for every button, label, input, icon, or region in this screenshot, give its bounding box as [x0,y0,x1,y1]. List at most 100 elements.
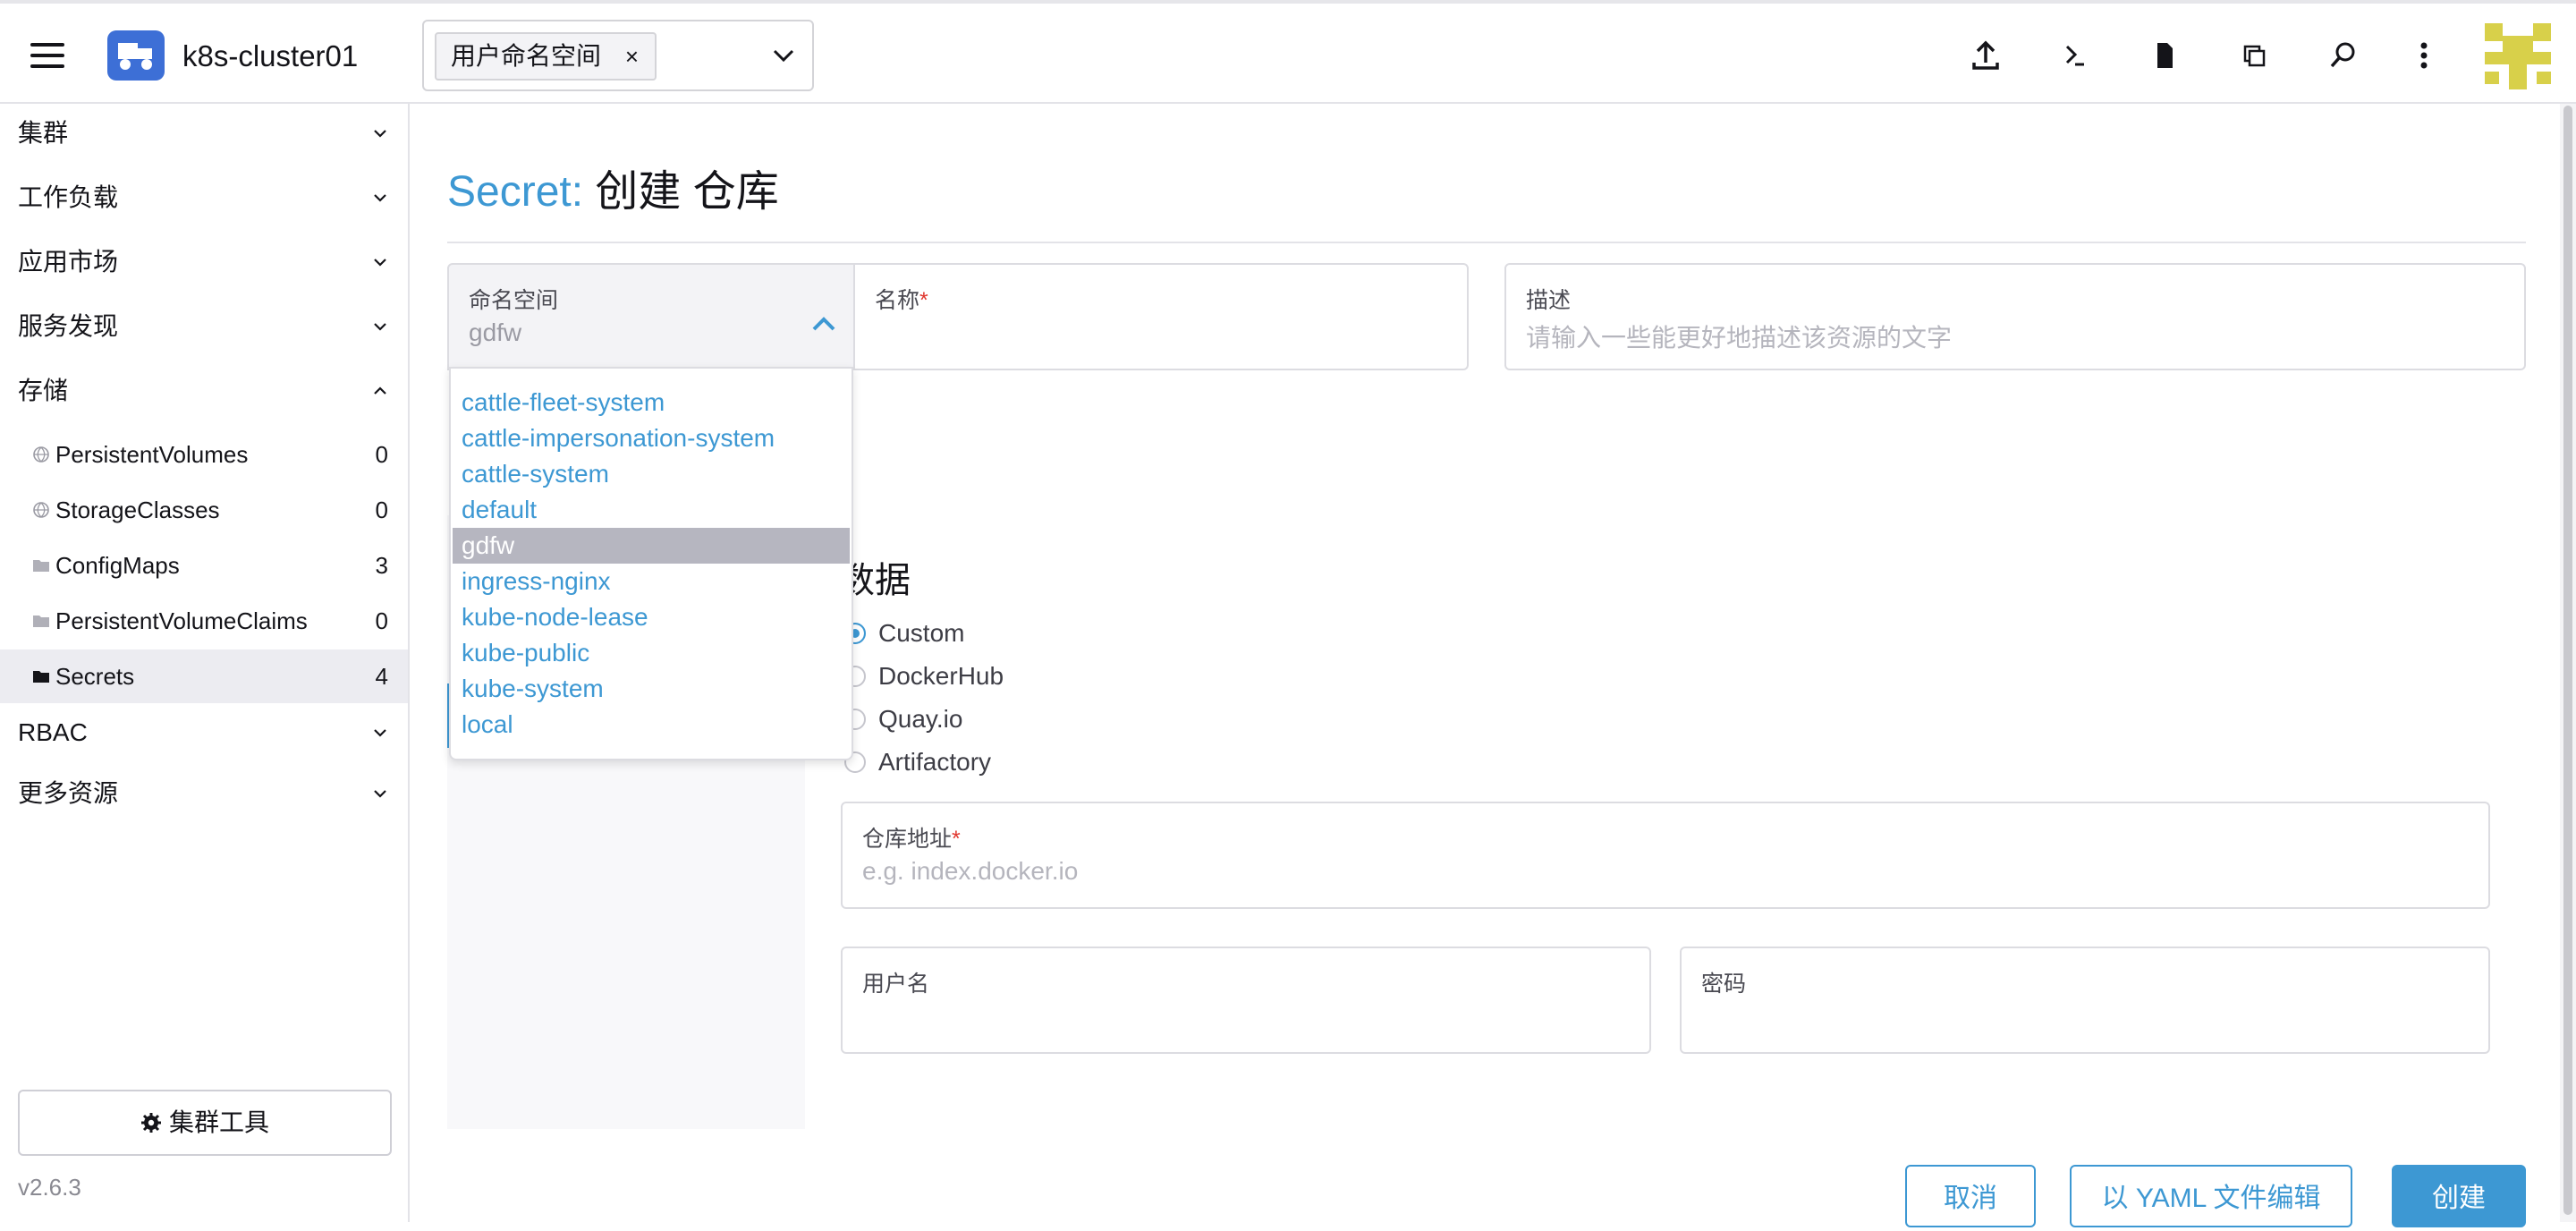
sidebar: 集群 工作负载 应用市场 服务发现 存储 PersistentVolumes 0… [0,104,410,1222]
nav-group-rbac[interactable]: RBAC [0,707,408,759]
radio-quay[interactable]: Quay.io [841,701,962,737]
sidebar-item-label: ConfigMaps [55,552,180,579]
password-field[interactable]: 密码 [1680,947,2490,1054]
radio-label: Quay.io [878,705,963,733]
radio-label: Artifactory [878,748,992,776]
radio-dockerhub[interactable]: DockerHub [841,658,1004,694]
radio-label: Custom [878,619,965,647]
nav-group-label: RBAC [18,718,88,746]
dropdown-option[interactable]: local [453,707,850,743]
nav-group-label: 更多资源 [18,779,119,807]
version-label: v2.6.3 [18,1174,81,1201]
sidebar-item-persistentvolumeclaims[interactable]: PersistentVolumeClaims 0 [0,594,408,648]
required-mark: * [919,288,928,313]
required-mark: * [952,827,961,852]
folder-icon [33,560,49,572]
nav-group-label: 集群 [18,119,69,147]
page-title-resource[interactable]: Secret: [447,168,583,216]
username-field[interactable]: 用户名 [841,947,1651,1054]
password-label: 密码 [1701,972,1747,997]
dropdown-option[interactable]: default [453,492,850,528]
terminal-icon[interactable] [2057,38,2093,73]
chevron-down-icon [374,323,386,331]
nav-group-workloads[interactable]: 工作负载 [0,172,408,224]
nav-group-cluster[interactable]: 集群 [0,107,408,159]
namespace-value: gdfw [469,318,522,346]
dropdown-option[interactable]: kube-system [453,671,850,707]
nav-group-storage[interactable]: 存储 [0,365,408,417]
sidebar-item-persistentvolumes[interactable]: PersistentVolumes 0 [0,428,408,481]
dropdown-option[interactable]: cattle-fleet-system [453,385,850,420]
namespace-dropdown: cattle-fleet-system cattle-impersonation… [449,367,853,760]
dropdown-option[interactable]: kube-public [453,635,850,671]
sidebar-item-configmaps[interactable]: ConfigMaps 3 [0,539,408,592]
chevron-down-icon [374,259,386,267]
nav-group-more-resources[interactable]: 更多资源 [0,768,408,819]
nav-group-label: 存储 [18,377,69,404]
namespace-label: 命名空间 [469,288,559,313]
dropdown-option[interactable]: ingress-nginx [453,564,850,599]
globe-icon [33,502,49,518]
cluster-name[interactable]: k8s-cluster01 [182,39,358,73]
divider [447,242,2526,243]
sidebar-item-label: PersistentVolumeClaims [55,607,308,634]
more-vertical-icon[interactable] [2406,38,2442,73]
folder-icon [33,671,49,683]
item-count: 0 [375,441,388,468]
item-count: 4 [375,663,388,690]
sidebar-item-label: Secrets [55,663,135,690]
nav-group-service-discovery[interactable]: 服务发现 [0,301,408,352]
description-label: 描述 [1526,288,1572,313]
nav-group-label: 工作负载 [18,183,119,211]
namespace-chip: 用户命名空间 × [435,32,657,81]
radio-label: DockerHub [878,662,1004,690]
scrollbar-thumb[interactable] [2563,106,2572,1215]
cluster-tools-label: 集群工具 [168,1108,269,1136]
sidebar-item-secrets[interactable]: Secrets 4 [0,649,408,703]
dropdown-option[interactable]: cattle-system [453,456,850,492]
sidebar-item-storageclasses[interactable]: StorageClasses 0 [0,483,408,537]
registry-field[interactable]: 仓库地址* e.g. index.docker.io [841,802,2490,909]
chevron-up-icon[interactable] [809,310,839,340]
hamburger-menu-icon[interactable] [30,43,64,68]
nav-group-label: 服务发现 [18,312,119,340]
search-icon[interactable] [2326,38,2361,73]
upload-icon[interactable] [1968,38,2004,73]
item-count: 3 [375,552,388,579]
edit-yaml-button[interactable]: 以 YAML 文件编辑 [2070,1165,2352,1227]
radio-artifactory[interactable]: Artifactory [841,744,991,780]
chevron-down-icon [374,194,386,202]
namespace-select[interactable]: 命名空间 gdfw [447,263,855,370]
registry-label-text: 仓库地址 [862,827,953,852]
namespace-filter-select[interactable]: 用户命名空间 × [422,20,814,91]
top-header: k8s-cluster01 用户命名空间 × [0,0,2576,104]
description-field[interactable]: 描述 请输入一些能更好地描述该资源的文字 [1504,263,2526,370]
name-field[interactable]: 名称* [853,263,1469,370]
dropdown-option[interactable]: kube-node-lease [453,599,850,635]
user-avatar[interactable] [2485,23,2551,89]
registry-label: 仓库地址* [862,821,961,853]
name-label-text: 名称 [875,288,920,313]
create-button[interactable]: 创建 [2392,1165,2526,1227]
chevron-down-icon [374,729,386,737]
chevron-down-icon[interactable] [771,43,796,68]
name-label: 名称* [875,283,928,315]
copy-icon[interactable] [2236,38,2272,73]
nav-group-label: 应用市场 [18,248,119,276]
gear-icon [140,1113,161,1133]
data-panel: 数据 Custom DockerHub Quay.io Artifactory … [805,515,2526,1129]
dropdown-option-highlighted[interactable]: gdfw [453,528,850,564]
cluster-logo-icon [107,30,165,81]
globe-icon [33,446,49,463]
sidebar-item-label: StorageClasses [55,497,220,523]
chip-remove-icon[interactable]: × [625,34,639,79]
cancel-button[interactable]: 取消 [1905,1165,2036,1227]
radio-custom[interactable]: Custom [841,616,964,651]
chevron-down-icon [374,790,386,798]
file-icon[interactable] [2147,38,2182,73]
registry-placeholder: e.g. index.docker.io [862,857,1079,885]
nav-group-apps[interactable]: 应用市场 [0,236,408,288]
cluster-tools-button[interactable]: 集群工具 [18,1090,392,1156]
dropdown-option[interactable]: cattle-impersonation-system [453,420,850,456]
folder-icon [33,616,49,627]
